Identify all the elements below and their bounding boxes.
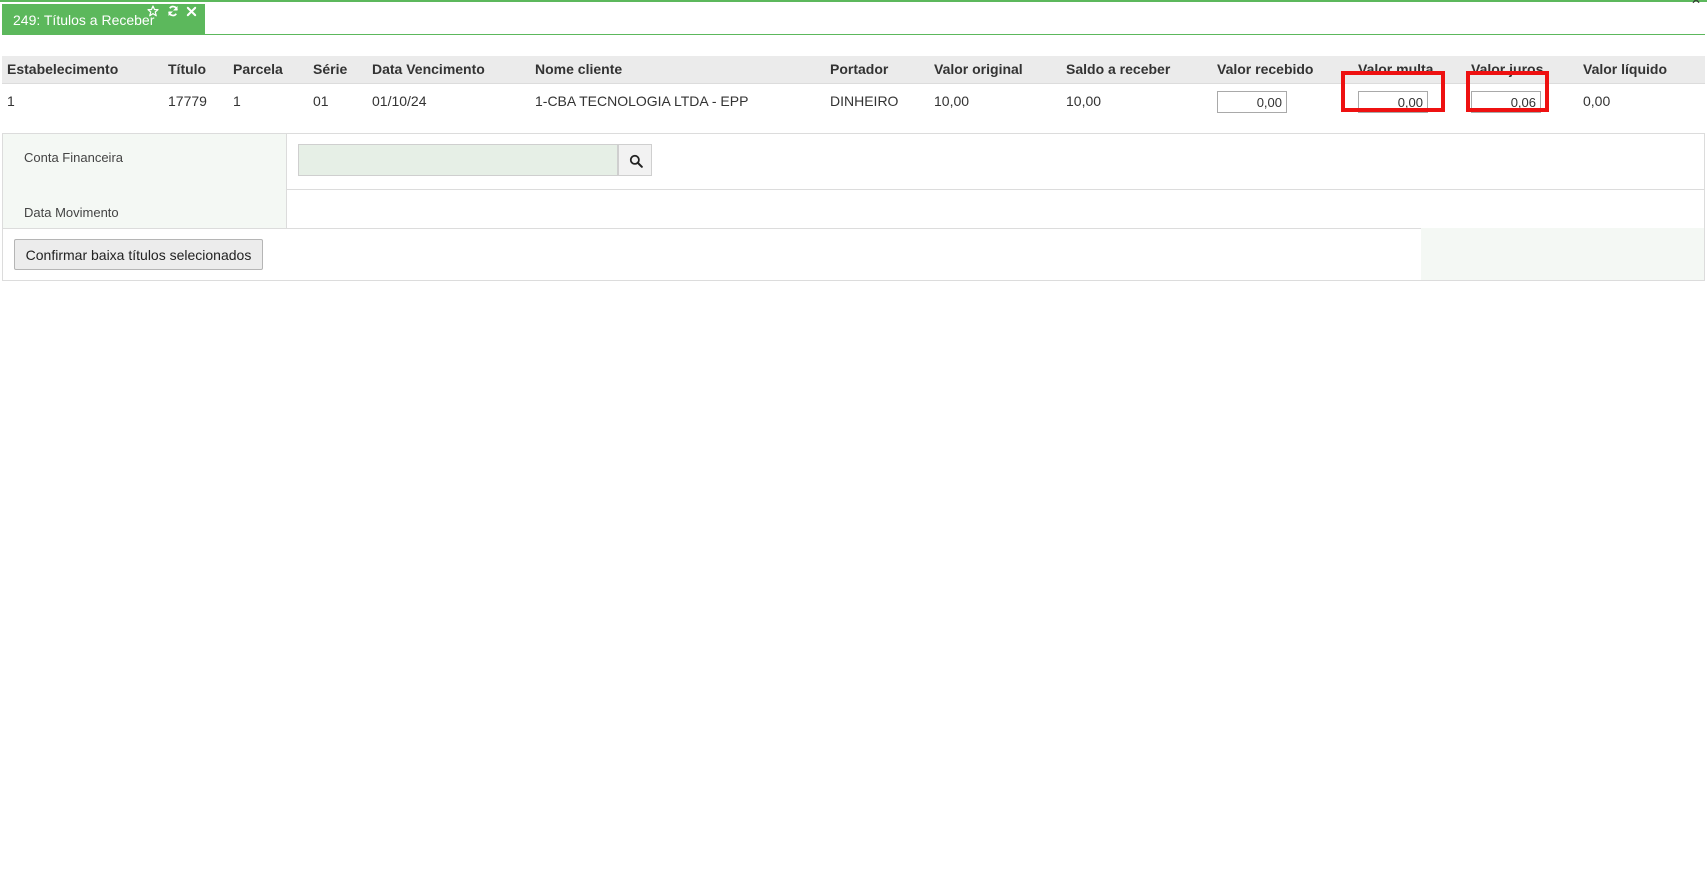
header-valor-juros[interactable]: Valor juros [1471, 61, 1543, 77]
cell-titulo: 17779 [168, 93, 207, 109]
data-movimento-label: Data Movimento [24, 205, 119, 220]
data-movimento-row: Data Movimento [3, 189, 1704, 229]
cell-valor-liquido: 0,00 [1583, 93, 1611, 109]
header-data-vencimento[interactable]: Data Vencimento [372, 61, 485, 77]
header-parcela[interactable]: Parcela [233, 61, 283, 77]
header-nome-cliente[interactable]: Nome cliente [535, 61, 622, 77]
top-accent-line [0, 0, 1707, 2]
table-header: Estabelecimento Título Parcela Série Dat… [2, 56, 1705, 84]
conta-financeira-row: Conta Financeira [3, 134, 1704, 190]
header-valor-liquido[interactable]: Valor líquido [1583, 61, 1667, 77]
valor-juros-input[interactable] [1471, 91, 1541, 113]
header-portador[interactable]: Portador [830, 61, 888, 77]
cell-saldo-receber: 10,00 [1066, 93, 1102, 109]
confirm-baixa-button[interactable]: Confirmar baixa títulos selecionados [14, 239, 263, 270]
header-valor-recebido[interactable]: Valor recebido [1217, 61, 1313, 77]
cell-serie: 01 [313, 93, 329, 109]
header-saldo-receber[interactable]: Saldo a receber [1066, 61, 1170, 77]
cell-valor-original: 10,00 [934, 93, 970, 109]
header-titulo[interactable]: Título [168, 61, 206, 77]
data-movimento-label-cell: Data Movimento [3, 189, 287, 228]
header-estabelecimento[interactable]: Estabelecimento [7, 61, 118, 77]
search-icon [629, 154, 643, 168]
header-valor-multa[interactable]: Valor multa [1358, 61, 1433, 77]
baixa-form: Conta Financeira Data Movimento Confirma… [2, 133, 1705, 281]
action-panel [1421, 228, 1704, 280]
header-valor-original[interactable]: Valor original [934, 61, 1023, 77]
star-icon[interactable] [147, 5, 159, 17]
refresh-icon[interactable] [167, 5, 179, 17]
conta-financeira-search-button[interactable] [618, 144, 652, 176]
conta-financeira-label-cell: Conta Financeira [3, 134, 287, 189]
tab-underline [2, 34, 1705, 35]
tab-title: 249: Títulos a Receber [13, 12, 155, 28]
titles-table: Estabelecimento Título Parcela Série Dat… [2, 56, 1705, 126]
header-serie[interactable]: Série [313, 61, 347, 77]
conta-financeira-label: Conta Financeira [24, 150, 123, 165]
close-icon[interactable] [186, 6, 197, 17]
valor-recebido-input[interactable] [1217, 91, 1287, 113]
valor-multa-input[interactable] [1358, 91, 1428, 113]
conta-financeira-input[interactable] [298, 144, 618, 176]
cell-nome-cliente: 1-CBA TECNOLOGIA LTDA - EPP [535, 93, 749, 109]
cell-parcela: 1 [233, 93, 241, 109]
table-row[interactable]: 1 17779 1 01 01/10/24 1-CBA TECNOLOGIA L… [2, 84, 1705, 126]
corner-close-icon[interactable]: ✕ [1691, 0, 1701, 6]
cell-estabelecimento: 1 [7, 93, 15, 109]
cell-portador: DINHEIRO [830, 93, 899, 109]
tab-titulos-a-receber[interactable]: 249: Títulos a Receber [2, 4, 205, 35]
cell-data-vencimento: 01/10/24 [372, 93, 427, 109]
